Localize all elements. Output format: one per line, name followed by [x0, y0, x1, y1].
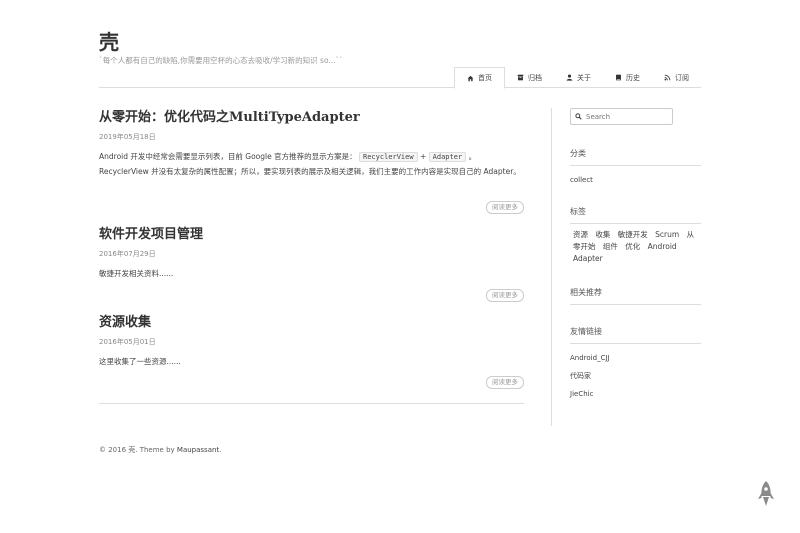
post-date: 2019年05月18日: [99, 133, 156, 141]
footer: © 2016 壳. Theme by Maupassant.: [99, 446, 222, 454]
read-more-button[interactable]: 阅读更多: [486, 289, 524, 302]
tag-link[interactable]: Scrum: [655, 230, 679, 239]
post-excerpt: 敏捷开发相关资料......: [99, 269, 174, 278]
friend-link[interactable]: Android_CJJ: [570, 353, 701, 363]
search-box[interactable]: [570, 108, 673, 125]
tag-link[interactable]: 收集: [595, 230, 610, 239]
post-date: 2016年07月29日: [99, 250, 156, 258]
code-snippet: Adapter: [428, 152, 467, 162]
tag-link[interactable]: Adapter: [573, 254, 603, 263]
friend-link[interactable]: 代码家: [570, 371, 701, 381]
nav-item-label: 历史: [626, 73, 640, 82]
nav-item-label: 归档: [528, 73, 542, 82]
nav-item-home[interactable]: 首页: [454, 67, 505, 89]
tag-link[interactable]: 组件: [603, 242, 618, 251]
categories-widget: 分类 collect: [570, 148, 701, 185]
read-more-button[interactable]: 阅读更多: [486, 376, 524, 389]
post-title[interactable]: 资源收集: [99, 314, 524, 332]
links-widget: 友情链接 Android_CJJ 代码家 JieChic: [570, 326, 701, 399]
tag-link[interactable]: Android: [648, 242, 677, 251]
user-icon: [566, 74, 573, 81]
widget-title: 分类: [570, 148, 701, 166]
friend-link[interactable]: JieChic: [570, 389, 701, 399]
home-icon: [467, 75, 474, 81]
site-subtitle: `每个人都有自己的缺陷,你需要用空杯的心态去吸收/学习新的知识 so...``: [99, 56, 344, 65]
main-nav: 首页 归档 关于 历史 订阅: [99, 67, 701, 89]
rss-icon: [664, 74, 671, 81]
nav-item-history[interactable]: 历史: [603, 67, 652, 88]
code-snippet: RecyclerView: [359, 152, 418, 162]
nav-item-subscribe[interactable]: 订阅: [652, 67, 701, 88]
site-title[interactable]: 壳: [99, 30, 701, 54]
post-item: 从零开始：优化代码之MultiTypeAdapter 2019年05月18日 A…: [99, 109, 524, 179]
search-icon: [575, 113, 582, 120]
search-input[interactable]: [586, 112, 671, 121]
post-excerpt: Android 开发中经常会需要显示列表，目前 Google 官方推荐的显示方案…: [99, 152, 521, 176]
tag-cloud: 资源 收集 敏捷开发 Scrum 从零开始 组件 优化 Android Adap…: [570, 229, 701, 265]
post-item: 资源收集 2016年05月01日 这里收集了一些资源......: [99, 314, 524, 370]
post-title[interactable]: 软件开发项目管理: [99, 226, 524, 244]
sidebar-divider: [551, 108, 552, 426]
widget-title: 标签: [570, 206, 701, 224]
book-icon: [616, 74, 621, 81]
related-widget: 相关推荐: [570, 287, 701, 305]
category-link[interactable]: collect: [570, 175, 701, 185]
site-header: 壳 `每个人都有自己的缺陷,你需要用空杯的心态去吸收/学习新的知识 so...`…: [99, 30, 701, 66]
theme-link[interactable]: Maupassant: [177, 446, 219, 454]
content-divider: [99, 403, 524, 404]
footer-copyright: © 2016 壳. Theme by: [99, 446, 175, 454]
tag-link[interactable]: 资源: [573, 230, 588, 239]
nav-item-label: 订阅: [675, 73, 689, 82]
post-excerpt: 这里收集了一些资源......: [99, 357, 181, 366]
widget-title: 友情链接: [570, 326, 701, 344]
nav-item-about[interactable]: 关于: [554, 67, 603, 88]
post-date: 2016年05月01日: [99, 338, 156, 346]
tag-link[interactable]: 优化: [625, 242, 640, 251]
back-to-top-rocket-icon[interactable]: [757, 481, 775, 508]
widget-title: 相关推荐: [570, 287, 701, 305]
tag-link[interactable]: 敏捷开发: [618, 230, 648, 239]
nav-item-label: 首页: [478, 74, 492, 82]
archive-icon: [517, 74, 524, 81]
nav-item-archive[interactable]: 归档: [505, 67, 554, 88]
post-title[interactable]: 从零开始：优化代码之MultiTypeAdapter: [99, 109, 524, 127]
post-item: 软件开发项目管理 2016年07月29日 敏捷开发相关资料......: [99, 226, 524, 282]
read-more-button[interactable]: 阅读更多: [486, 201, 524, 214]
sidebar: 分类 collect 标签 资源 收集 敏捷开发 Scrum 从零开始 组件 优…: [570, 108, 701, 398]
nav-item-label: 关于: [577, 73, 591, 82]
tags-widget: 标签 资源 收集 敏捷开发 Scrum 从零开始 组件 优化 Android A…: [570, 206, 701, 265]
